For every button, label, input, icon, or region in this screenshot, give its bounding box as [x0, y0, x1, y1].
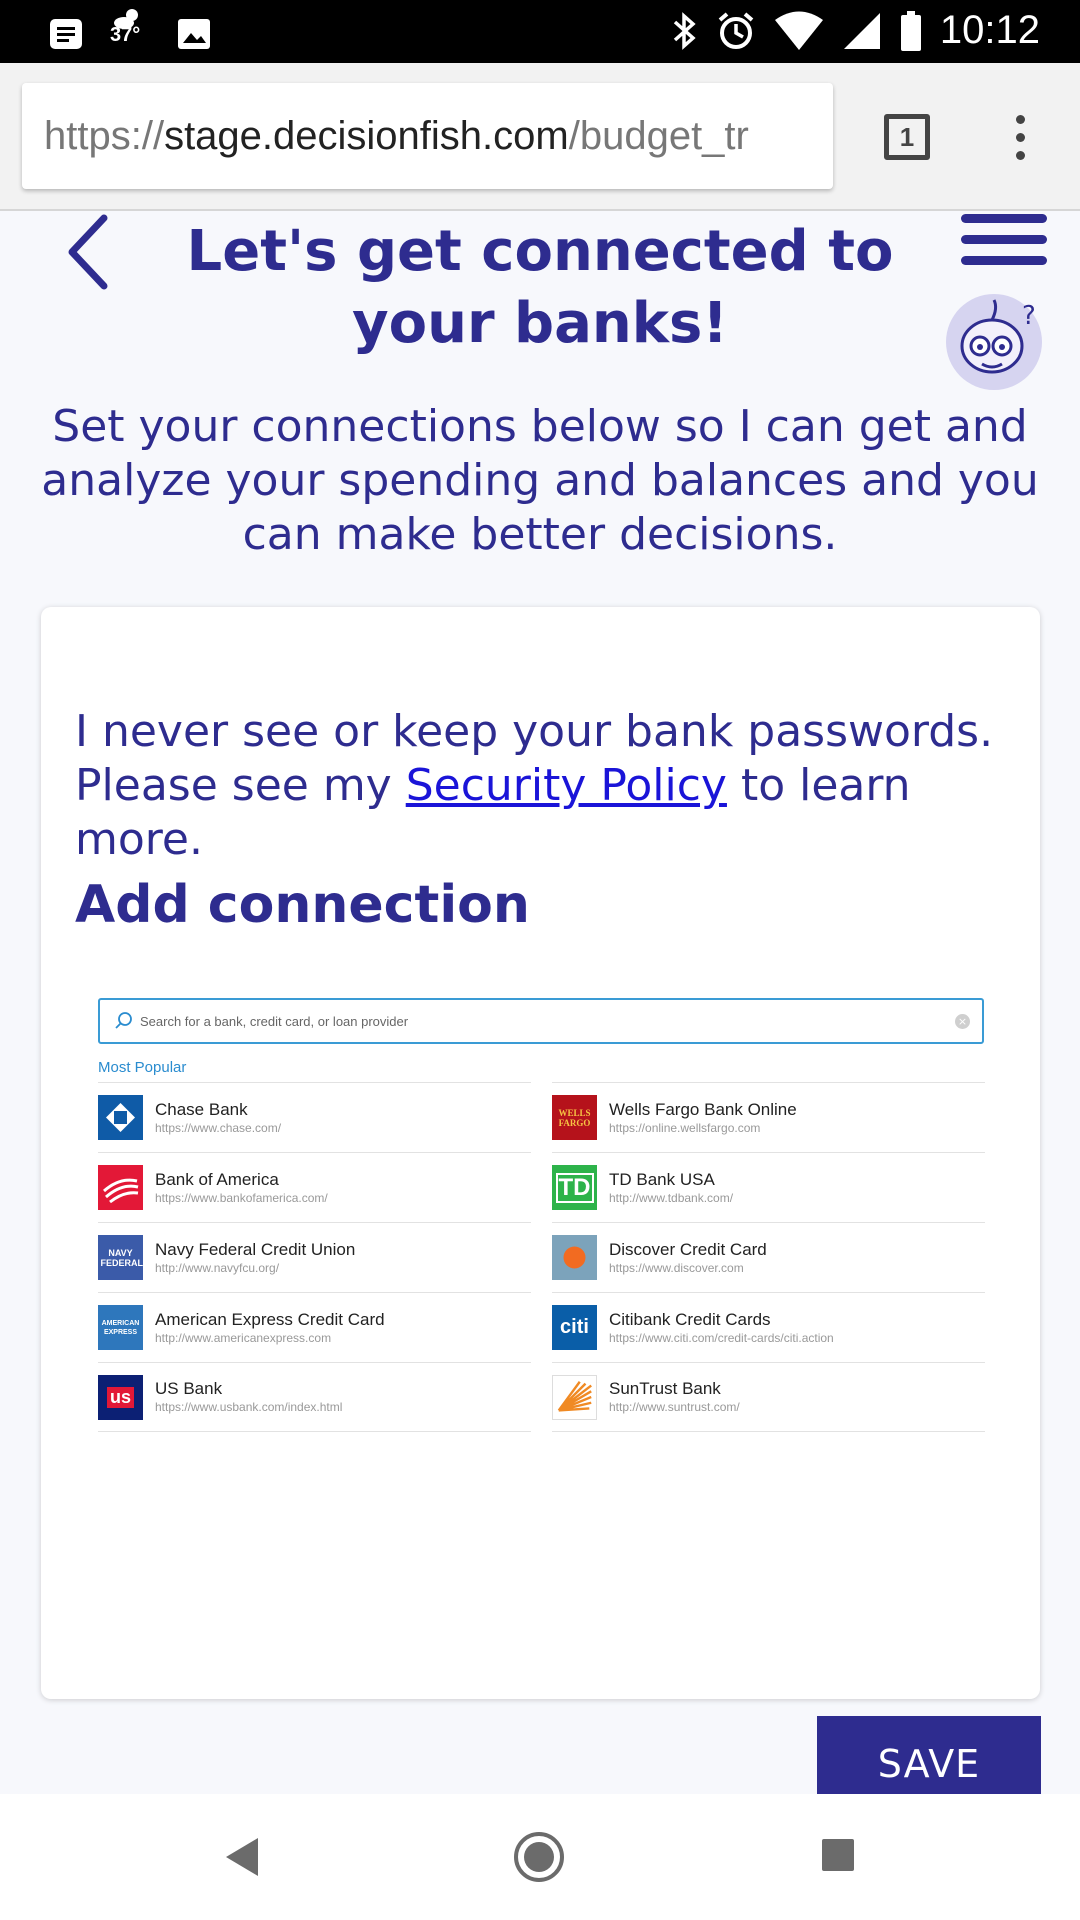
page-title: Let's get connected to your banks!	[186, 219, 894, 356]
bank-name: Wells Fargo Bank Online	[609, 1099, 797, 1119]
wells-fargo-logo-text: WELLS FARGO	[558, 1107, 591, 1128]
bank-name: Chase Bank	[155, 1099, 248, 1119]
connection-card: I never see or keep your bank passwords.…	[41, 607, 1040, 1699]
bank-option-navy-federal[interactable]: NAVY FEDERAL Navy Federal Credit Union h…	[98, 1222, 531, 1292]
us-bank-logo-text: us	[106, 1386, 134, 1408]
bank-list-right: WELLS FARGO Wells Fargo Bank Online http…	[552, 1082, 985, 1432]
chase-logo-icon	[98, 1095, 143, 1140]
privacy-notice: I never see or keep your bank passwords.…	[75, 705, 1015, 867]
bank-option-td-bank[interactable]: TD TD Bank USA http://www.tdbank.com/	[552, 1152, 985, 1222]
temperature-label: 37°	[110, 24, 141, 46]
bank-of-america-logo-icon	[98, 1165, 143, 1210]
bank-name: Citibank Credit Cards	[609, 1309, 771, 1329]
search-icon	[115, 1012, 132, 1029]
suntrust-logo-icon	[552, 1374, 597, 1420]
status-bar: 37° 10:12	[0, 0, 1080, 63]
url-host: stage.decisionfish.com	[164, 113, 569, 158]
battery-icon	[900, 10, 921, 51]
wifi-icon	[774, 11, 823, 50]
us-bank-logo-icon: us	[98, 1374, 143, 1420]
overflow-menu-icon[interactable]	[1010, 115, 1030, 161]
svg-text:?: ?	[1022, 301, 1036, 331]
nav-home-icon[interactable]	[514, 1832, 564, 1882]
signal-icon	[843, 12, 880, 49]
citi-logo-text: citi	[560, 1316, 589, 1338]
bank-option-wells-fargo[interactable]: WELLS FARGO Wells Fargo Bank Online http…	[552, 1082, 985, 1152]
amex-logo-text: AMERICAN EXPRESS	[101, 1319, 140, 1336]
bank-name: Discover Credit Card	[609, 1239, 767, 1259]
bank-name: SunTrust Bank	[609, 1379, 721, 1398]
bank-url: https://www.discover.com	[609, 1260, 744, 1275]
browser-toolbar: https://stage.decisionfish.com/budget_tr…	[0, 63, 1080, 211]
bank-option-citibank[interactable]: citi Citibank Credit Cards https://www.c…	[552, 1292, 985, 1362]
citibank-logo-icon: citi	[552, 1305, 597, 1350]
most-popular-label: Most Popular	[98, 1059, 187, 1076]
fish-mascot-icon: ?	[946, 294, 1042, 390]
bank-search-input[interactable]	[140, 1006, 930, 1036]
bank-name: American Express Credit Card	[155, 1309, 385, 1329]
navy-federal-logo-icon: NAVY FEDERAL	[98, 1235, 143, 1280]
bank-list-left: Chase Bank https://www.chase.com/ Bank o…	[98, 1082, 531, 1432]
bank-url: http://www.americanexpress.com	[155, 1330, 332, 1345]
nav-back-icon[interactable]	[222, 1836, 262, 1878]
bank-url: http://www.suntrust.com/	[609, 1400, 740, 1414]
back-chevron-icon[interactable]	[64, 212, 114, 292]
bank-name: Bank of America	[155, 1169, 279, 1189]
hamburger-menu-icon[interactable]	[961, 214, 1047, 270]
intro-text: Set your connections below so I can get …	[41, 401, 1039, 560]
bank-option-chase[interactable]: Chase Bank https://www.chase.com/	[98, 1082, 531, 1152]
add-connection-heading: Add connection	[75, 875, 530, 935]
bluetooth-icon	[673, 11, 696, 50]
save-button[interactable]: SAVE	[817, 1716, 1041, 1800]
bank-option-bank-of-america[interactable]: Bank of America https://www.bankofameric…	[98, 1152, 531, 1222]
bank-name: TD Bank USA	[609, 1169, 715, 1189]
clear-search-icon[interactable]: ×	[955, 1014, 970, 1029]
security-policy-link[interactable]: Security Policy	[406, 760, 727, 811]
bank-url: https://www.usbank.com/index.html	[155, 1400, 343, 1414]
bank-url: http://www.tdbank.com/	[609, 1190, 734, 1205]
bank-url: http://www.navyfcu.org/	[155, 1260, 280, 1275]
bank-url: https://www.bankofamerica.com/	[155, 1190, 328, 1205]
system-navigation-bar	[0, 1794, 1080, 1920]
url-scheme: https://	[44, 113, 165, 158]
wells-fargo-logo-icon: WELLS FARGO	[552, 1095, 597, 1140]
bank-option-american-express[interactable]: AMERICAN EXPRESS American Express Credit…	[98, 1292, 531, 1362]
bank-option-discover[interactable]: Discover Credit Card https://www.discove…	[552, 1222, 985, 1292]
image-icon	[178, 19, 210, 49]
url-path: /budget_tr	[568, 113, 749, 158]
bank-url: https://www.chase.com/	[155, 1120, 282, 1135]
td-logo-text: TD	[555, 1172, 594, 1203]
nav-recents-icon[interactable]	[822, 1839, 854, 1871]
notification-icon	[50, 19, 82, 49]
weather-icon: 37°	[110, 9, 150, 56]
bank-url: https://online.wellsfargo.com	[609, 1120, 761, 1135]
clock: 10:12	[939, 8, 1040, 52]
american-express-logo-icon: AMERICAN EXPRESS	[98, 1305, 143, 1350]
bank-option-suntrust[interactable]: SunTrust Bank http://www.suntrust.com/	[552, 1362, 985, 1432]
alarm-icon	[718, 11, 754, 49]
bank-name: US Bank	[155, 1379, 223, 1398]
bank-search-box[interactable]: ×	[98, 998, 984, 1044]
discover-logo-icon	[552, 1235, 597, 1280]
bank-url: https://www.citi.com/credit-cards/citi.a…	[609, 1330, 834, 1345]
bank-name: Navy Federal Credit Union	[155, 1239, 356, 1259]
url-bar[interactable]: https://stage.decisionfish.com/budget_tr	[22, 83, 833, 189]
tab-switcher-button[interactable]: 1	[884, 114, 930, 160]
bank-option-us-bank[interactable]: us US Bank https://www.usbank.com/index.…	[98, 1362, 531, 1432]
navy-federal-logo-text: NAVY FEDERAL	[100, 1247, 144, 1268]
td-bank-logo-icon: TD	[552, 1165, 597, 1210]
